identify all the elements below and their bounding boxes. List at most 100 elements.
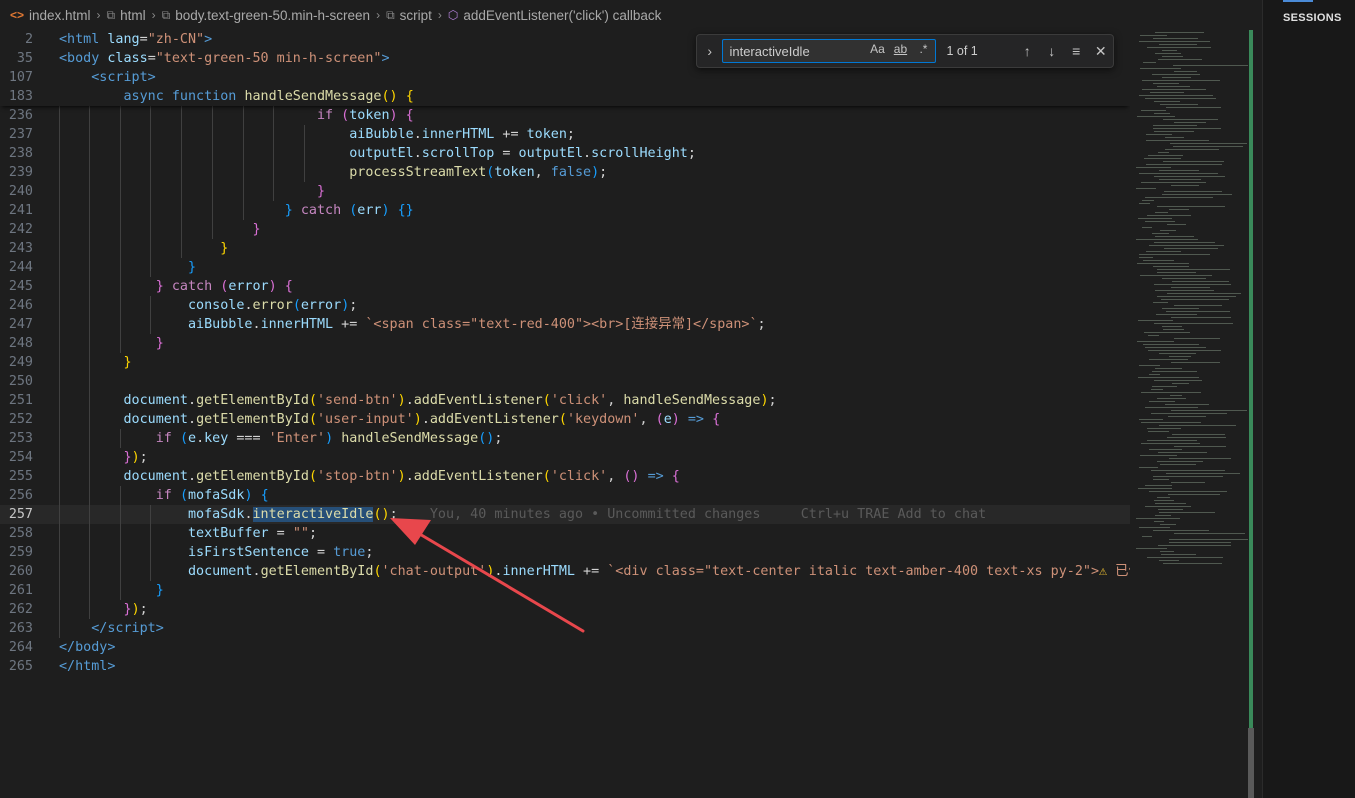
minimap-line	[1173, 65, 1250, 66]
breadcrumb-item-script[interactable]: ⧉ script	[386, 8, 432, 23]
code-line[interactable]: 183 async function handleSendMessage() {	[0, 87, 1130, 106]
minimap-line	[1171, 185, 1199, 186]
code-text: document.getElementById('user-input').ad…	[123, 412, 721, 427]
code-text: textBuffer = "";	[188, 526, 317, 541]
minimap-line	[1146, 140, 1209, 141]
code-line[interactable]: 241 } catch (err) {}	[0, 201, 1130, 220]
use-regex-button[interactable]: .*	[914, 42, 932, 56]
code-text: console.error(error);	[188, 298, 358, 313]
line-number: 238	[8, 146, 33, 161]
minimap-line	[1159, 560, 1179, 561]
code-text: </body>	[59, 640, 116, 655]
code-line[interactable]: 265 </html>	[0, 657, 1130, 676]
minimap-line	[1140, 35, 1167, 36]
minimap-line	[1168, 494, 1220, 495]
minimap-line	[1160, 524, 1176, 525]
minimap-line	[1168, 416, 1206, 417]
line-number: 252	[8, 412, 33, 427]
code-line[interactable]: 259 isFirstSentence = true;	[0, 543, 1130, 562]
code-line[interactable]: 263 </script>	[0, 619, 1130, 638]
code-line[interactable]: 264 </body>	[0, 638, 1130, 657]
minimap-line	[1172, 281, 1229, 282]
code-text: </script>	[91, 621, 164, 636]
code-line[interactable]: 249 }	[0, 353, 1130, 372]
line-number: 239	[8, 165, 33, 180]
minimap-line	[1149, 374, 1160, 375]
scrollbar-thumb[interactable]	[1248, 728, 1254, 798]
find-widget: › Aa ab .* 1 of 1 ↑ ↓ ≡ ✕	[696, 34, 1114, 68]
line-number: 256	[8, 488, 33, 503]
sessions-panel: SESSIONS	[1262, 0, 1355, 798]
code-line[interactable]: 250	[0, 372, 1130, 391]
code-line[interactable]: 255 document.getElementById('stop-btn').…	[0, 467, 1130, 486]
find-in-selection-icon[interactable]: ≡	[1064, 43, 1088, 59]
minimap-line	[1169, 356, 1191, 357]
close-icon[interactable]: ✕	[1089, 43, 1113, 60]
code-text: <body class="text-green-50 min-h-screen"…	[59, 51, 390, 66]
toggle-replace-chevron-icon[interactable]: ›	[697, 43, 722, 59]
code-line[interactable]: 236 if (token) {	[0, 106, 1130, 125]
minimap-line	[1155, 236, 1194, 237]
minimap-line	[1138, 218, 1172, 219]
minimap-line	[1174, 305, 1222, 306]
next-match-arrow-down-icon[interactable]: ↓	[1040, 43, 1064, 59]
code-line[interactable]: 240 }	[0, 182, 1130, 201]
code-line[interactable]: 247 aiBubble.innerHTML += `<span class="…	[0, 315, 1130, 334]
code-line-current[interactable]: 257 mofaSdk.interactiveIdle(); You, 40 m…	[0, 505, 1130, 524]
minimap-line	[1159, 44, 1197, 45]
minimap-line	[1151, 470, 1225, 471]
code-line[interactable]: 243 }	[0, 239, 1130, 258]
code-line[interactable]: 253 if (e.key === 'Enter') handleSendMes…	[0, 429, 1130, 448]
code-text: async function handleSendMessage() {	[123, 89, 414, 104]
code-editor[interactable]: 2 <html lang="zh-CN"> 35 <body class="text…	[0, 30, 1130, 798]
breadcrumb-item-file[interactable]: <> index.html	[10, 8, 91, 23]
minimap-line	[1157, 398, 1186, 399]
code-line[interactable]: 107 <script>	[0, 68, 1130, 87]
minimap-line	[1141, 392, 1201, 393]
code-line[interactable]: 254 });	[0, 448, 1130, 467]
code-line[interactable]: 261 }	[0, 581, 1130, 600]
code-line[interactable]: 251 document.getElementById('send-btn').…	[0, 391, 1130, 410]
minimap-line	[1162, 278, 1206, 279]
code-line[interactable]: 262 });	[0, 600, 1130, 619]
code-line[interactable]: 256 if (mofaSdk) {	[0, 486, 1130, 505]
match-whole-word-button[interactable]: ab	[891, 42, 909, 56]
breadcrumb-item-body[interactable]: ⧉ body.text-green-50.min-h-screen	[162, 8, 370, 23]
sessions-title[interactable]: SESSIONS	[1283, 12, 1342, 24]
minimap-line	[1167, 293, 1241, 294]
code-line[interactable]: 238 outputEl.scrollTop = outputEl.scroll…	[0, 144, 1130, 163]
code-line[interactable]: 245 } catch (error) {	[0, 277, 1130, 296]
minimap-line	[1166, 473, 1240, 474]
breadcrumb-label: body.text-green-50.min-h-screen	[175, 7, 371, 23]
breadcrumb-item-html[interactable]: ⧉ html	[107, 8, 146, 23]
minimap-line	[1136, 518, 1180, 519]
minimap-line	[1153, 125, 1197, 126]
code-line[interactable]: 260 document.getElementById('chat-output…	[0, 562, 1130, 581]
minimap-line	[1144, 332, 1190, 333]
minimap-line	[1159, 170, 1199, 171]
minimap-line	[1143, 62, 1156, 63]
minimap-line	[1171, 482, 1205, 483]
code-line[interactable]: 248 }	[0, 334, 1130, 353]
code-line[interactable]: 239 processStreamText(token, false);	[0, 163, 1130, 182]
minimap[interactable]	[1130, 30, 1250, 570]
minimap-line	[1157, 269, 1230, 270]
line-number: 242	[8, 222, 33, 237]
code-text: outputEl.scrollTop = outputEl.scrollHeig…	[349, 146, 696, 161]
code-line[interactable]: 244 }	[0, 258, 1130, 277]
breadcrumb-item-callback[interactable]: ⬡ addEventListener('click') callback	[448, 8, 661, 23]
code-line[interactable]: 242 }	[0, 220, 1130, 239]
previous-match-arrow-up-icon[interactable]: ↑	[1015, 43, 1039, 59]
code-line[interactable]: 258 textBuffer = "";	[0, 524, 1130, 543]
minimap-line	[1154, 323, 1233, 324]
minimap-line	[1154, 380, 1202, 381]
minimap-line	[1154, 284, 1231, 285]
match-case-button[interactable]: Aa	[868, 42, 886, 56]
minimap-line	[1165, 404, 1209, 405]
code-line[interactable]: 252 document.getElementById('user-input'…	[0, 410, 1130, 429]
add-to-chat-hint[interactable]: Ctrl+u TRAE Add to chat	[801, 507, 986, 522]
code-line[interactable]: 237 aiBubble.innerHTML += token;	[0, 125, 1130, 144]
code-line[interactable]: 246 console.error(error);	[0, 296, 1130, 315]
chevron-right-icon: ›	[437, 8, 442, 22]
code-text: }	[188, 260, 197, 275]
